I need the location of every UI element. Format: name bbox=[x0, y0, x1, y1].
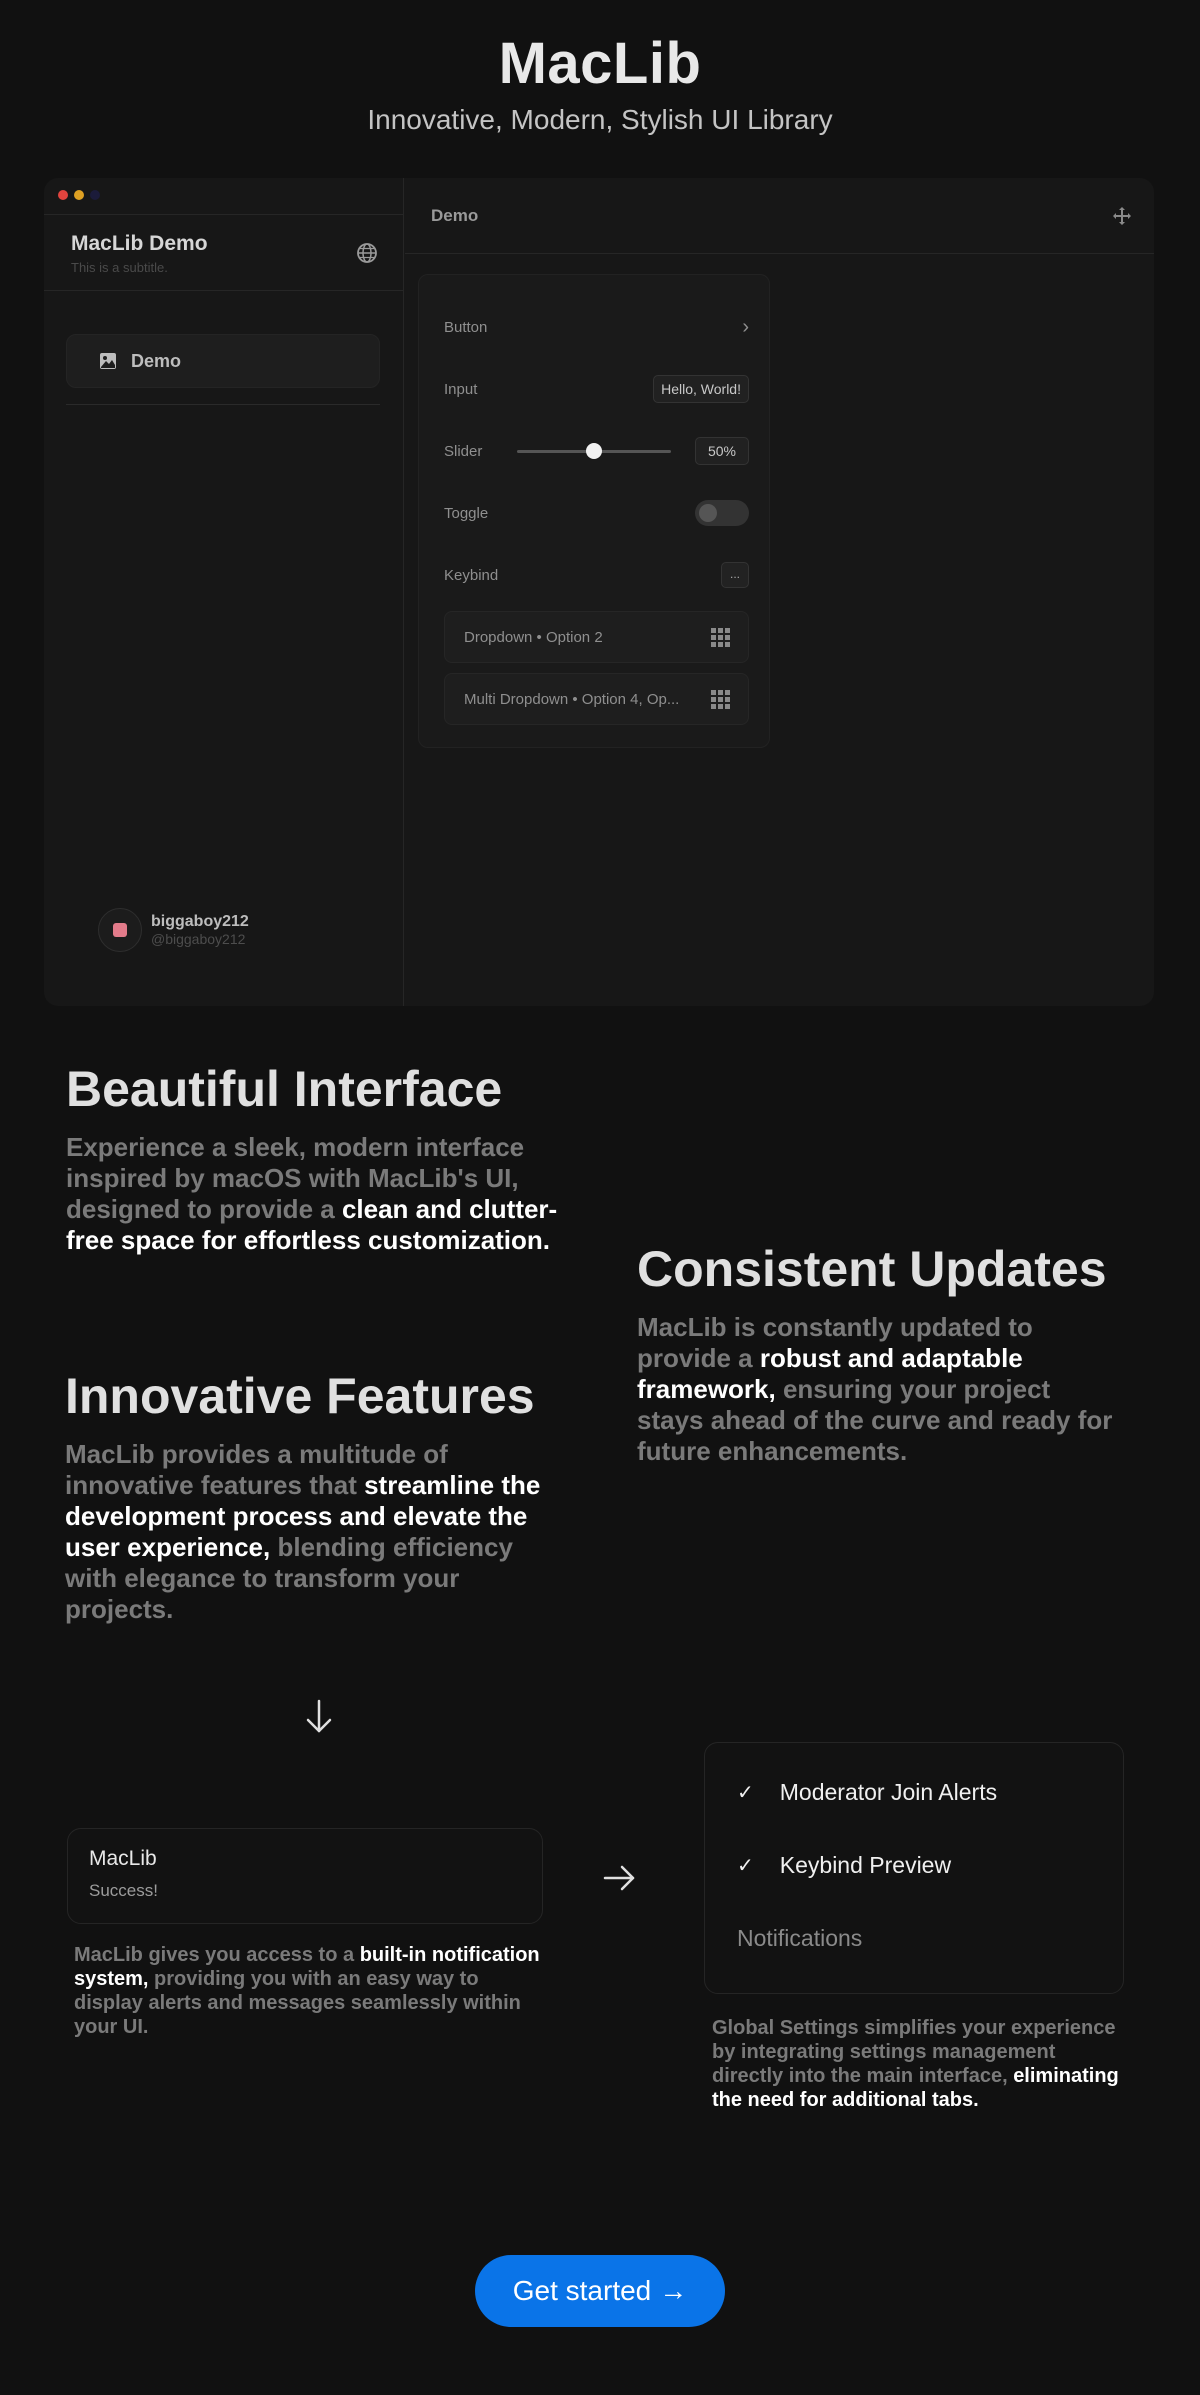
button-row[interactable]: Button › bbox=[444, 312, 749, 342]
minimize-dot[interactable] bbox=[74, 190, 84, 200]
dropdown[interactable]: Dropdown • Option 2 bbox=[444, 611, 749, 663]
arrow-down-icon bbox=[306, 1699, 332, 1733]
notification-description: MacLib gives you access to a built-in no… bbox=[74, 1944, 540, 2038]
beautiful-body: Experience a sleek, modern interface ins… bbox=[66, 1132, 558, 1255]
toggle-row: Toggle bbox=[444, 498, 749, 528]
settings-description: Global Settings simplifies your experien… bbox=[712, 2017, 1119, 2111]
beautiful-title: Beautiful Interface bbox=[66, 1061, 503, 1117]
settings-card: ✓ Moderator Join Alerts ✓ Keybind Previe… bbox=[704, 1742, 1124, 1994]
globe-icon[interactable] bbox=[356, 242, 378, 264]
slider-value[interactable]: 50% bbox=[694, 437, 749, 465]
slider-knob[interactable] bbox=[585, 442, 602, 459]
cta-label: Get started bbox=[512, 2275, 652, 2306]
dropdown-label: Dropdown • Option 2 bbox=[464, 628, 603, 646]
user-name: biggaboy212 bbox=[151, 913, 249, 930]
sidebar: MacLib Demo This is a subtitle. Demo big… bbox=[44, 178, 404, 1006]
user-profile[interactable]: biggaboy212 @biggaboy212 bbox=[98, 908, 249, 952]
chevron-right-icon: › bbox=[742, 315, 749, 338]
main-title: Demo bbox=[431, 206, 479, 225]
setting-keybind-preview[interactable]: ✓ Keybind Preview bbox=[737, 1852, 951, 1879]
image-icon bbox=[100, 353, 116, 369]
multi-dropdown[interactable]: Multi Dropdown • Option 4, Op... bbox=[444, 673, 749, 725]
button-label: Button bbox=[444, 318, 488, 336]
updates-body: MacLib is constantly updated to provide … bbox=[637, 1312, 1113, 1466]
toggle-switch[interactable] bbox=[695, 500, 749, 526]
notification-title: MacLib bbox=[89, 1847, 157, 1870]
settings-section-notifications[interactable]: Notifications bbox=[737, 1925, 862, 1952]
input-row: Input Hello, World! bbox=[444, 374, 749, 404]
multi-dropdown-label: Multi Dropdown • Option 4, Op... bbox=[464, 690, 680, 708]
notification-card[interactable]: MacLib Success! bbox=[67, 1828, 543, 1924]
grid-icon bbox=[711, 689, 730, 709]
notification-message: Success! bbox=[89, 1881, 158, 1900]
slider-row: Slider 50% bbox=[444, 436, 749, 466]
setting-label: Keybind Preview bbox=[779, 1852, 952, 1878]
innovative-title: Innovative Features bbox=[65, 1368, 535, 1424]
divider bbox=[44, 214, 404, 215]
hero-subtitle: Innovative, Modern, Stylish UI Library bbox=[367, 104, 833, 135]
sidebar-item-demo[interactable]: Demo bbox=[66, 334, 380, 388]
main-header: Demo bbox=[405, 178, 1154, 254]
sidebar-item-label: Demo bbox=[131, 350, 182, 371]
demo-section: Button › Input Hello, World! Slider 50% … bbox=[418, 274, 770, 748]
text-input[interactable]: Hello, World! bbox=[653, 375, 749, 403]
avatar bbox=[98, 908, 142, 952]
slider-label: Slider bbox=[444, 442, 483, 460]
setting-label: Moderator Join Alerts bbox=[779, 1779, 998, 1805]
close-dot[interactable] bbox=[58, 190, 68, 200]
window-controls bbox=[58, 190, 100, 200]
sidebar-subtitle: This is a subtitle. bbox=[71, 260, 168, 275]
check-icon: ✓ bbox=[737, 1782, 754, 1804]
updates-title: Consistent Updates bbox=[637, 1241, 1107, 1297]
keybind-row: Keybind ... bbox=[444, 560, 749, 590]
sidebar-title: MacLib Demo bbox=[71, 232, 208, 255]
toggle-label: Toggle bbox=[444, 504, 489, 522]
user-handle: @biggaboy212 bbox=[151, 931, 246, 947]
keybind-button[interactable]: ... bbox=[721, 562, 749, 588]
maximize-dot[interactable] bbox=[90, 190, 100, 200]
input-label: Input bbox=[444, 380, 478, 398]
slider-track[interactable] bbox=[516, 442, 671, 459]
divider bbox=[66, 404, 380, 405]
arrow-right-icon bbox=[603, 1865, 635, 1891]
divider bbox=[44, 290, 404, 291]
setting-moderator-join-alerts[interactable]: ✓ Moderator Join Alerts bbox=[737, 1779, 997, 1806]
move-icon[interactable] bbox=[1112, 206, 1132, 226]
arrow-right-icon: → bbox=[659, 2275, 688, 2306]
demo-window: MacLib Demo This is a subtitle. Demo big… bbox=[44, 178, 1154, 1006]
innovative-body: MacLib provides a multitude of innovativ… bbox=[65, 1439, 541, 1624]
get-started-button[interactable]: Get started → bbox=[475, 2255, 725, 2327]
grid-icon bbox=[711, 627, 730, 647]
check-icon: ✓ bbox=[737, 1855, 754, 1877]
hero-title: MacLib bbox=[498, 31, 702, 96]
keybind-label: Keybind bbox=[444, 566, 499, 584]
